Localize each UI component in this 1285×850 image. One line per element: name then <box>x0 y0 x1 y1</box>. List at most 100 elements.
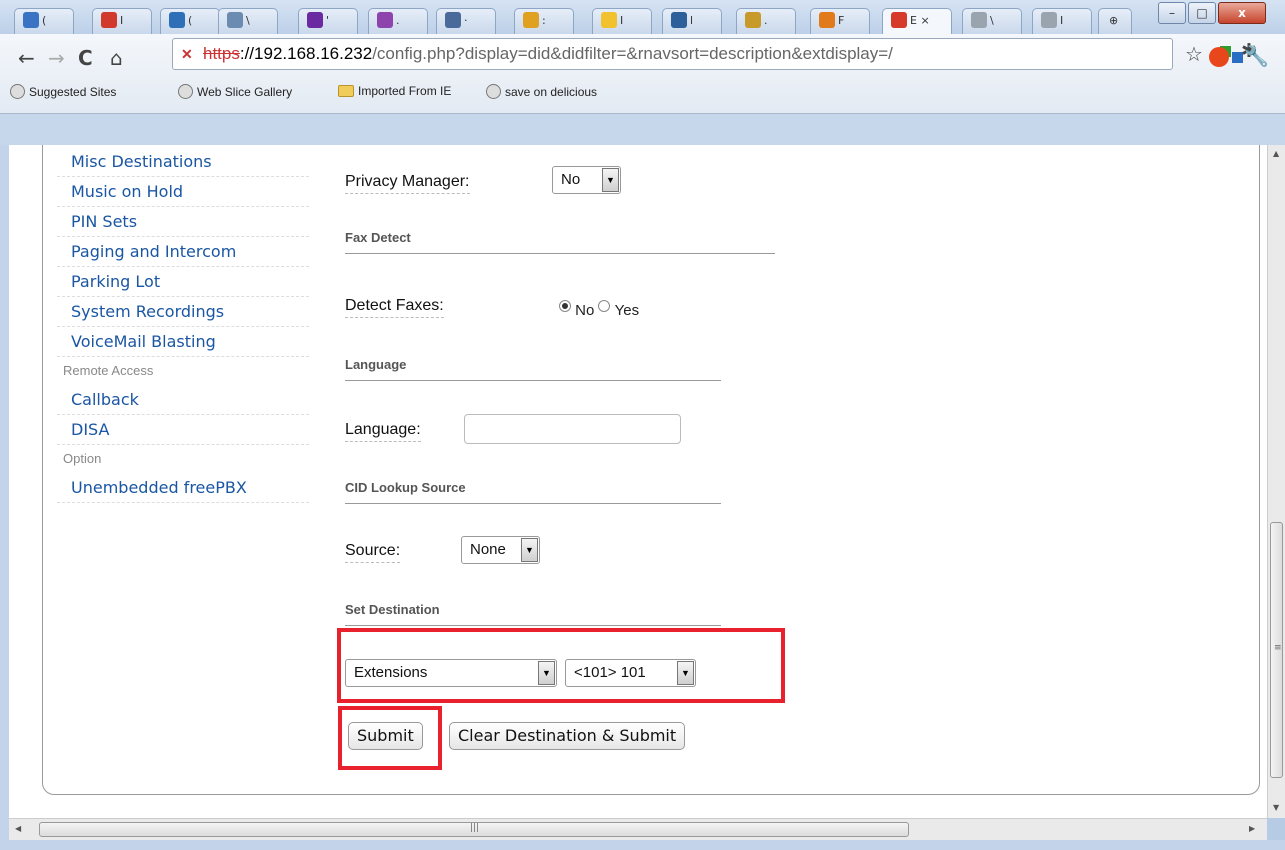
bookmark-star-icon[interactable]: ☆ <box>1185 42 1203 66</box>
sidebar-item-callback[interactable]: Callback <box>57 385 309 415</box>
grip-icon: ≡ <box>1274 643 1282 653</box>
clear-destination-submit-button[interactable]: Clear Destination & Submit <box>449 722 686 750</box>
scroll-up-arrow-icon[interactable]: ▲ <box>1273 149 1279 158</box>
tab-label: \ <box>246 14 250 27</box>
sidebar-item-music-on-hold[interactable]: Music on Hold <box>57 177 309 207</box>
stumbleupon-icon[interactable] <box>1209 47 1229 67</box>
submit-highlight-box <box>338 706 442 770</box>
tab-favicon-icon <box>101 12 117 28</box>
privacy-manager-select[interactable]: No ▼ <box>552 166 621 194</box>
bookmark-item[interactable]: Suggested Sites <box>10 84 116 99</box>
tab-favicon-icon <box>971 12 987 28</box>
dropdown-arrow-icon: ▼ <box>602 168 619 192</box>
horizontal-scrollbar[interactable]: ◀ ||| ▶ <box>9 818 1267 840</box>
insecure-connection-icon: ✕ <box>181 46 193 62</box>
tab-label: ( <box>42 14 47 27</box>
sidebar-item-voicemail-blasting[interactable]: VoiceMail Blasting <box>57 327 309 357</box>
browser-tab[interactable]: ' <box>298 8 358 34</box>
browser-tab[interactable]: I <box>592 8 652 34</box>
browser-tab[interactable]: . <box>368 8 428 34</box>
detect-faxes-yes-radio[interactable] <box>598 300 611 312</box>
tab-label: l <box>690 14 694 27</box>
page-viewport: Misc Destinations Music on Hold PIN Sets Pa… <box>9 145 1267 818</box>
close-window-button[interactable]: x <box>1218 2 1266 24</box>
tab-label: \ <box>990 14 994 27</box>
tab-label: I <box>1060 14 1064 27</box>
grip-icon: ||| <box>470 823 480 833</box>
sidebar-section-header: Remote Access <box>63 363 154 378</box>
new-tab-icon[interactable]: ⊕ <box>1098 8 1132 34</box>
maximize-button[interactable]: □ <box>1188 2 1216 24</box>
address-bar[interactable]: ✕ https://192.168.16.232/config.php?disp… <box>172 38 1173 70</box>
browser-tab[interactable]: : <box>514 8 574 34</box>
cid-source-select[interactable]: None ▼ <box>461 536 540 564</box>
set-destination-section-header: Set Destination <box>345 602 721 626</box>
bookmark-label: Imported From IE <box>358 84 452 98</box>
tab-label: I <box>120 14 124 27</box>
browser-tab[interactable]: \ <box>962 8 1022 34</box>
sidebar-item-disa[interactable]: DISA <box>57 415 309 445</box>
cid-lookup-section-header: CID Lookup Source <box>345 480 721 504</box>
tab-favicon-icon <box>23 12 39 28</box>
window-frame-left <box>0 145 9 850</box>
sidebar-section-header: Option <box>63 451 102 466</box>
tab-favicon-icon <box>891 12 907 28</box>
vertical-scroll-thumb[interactable]: ≡ <box>1270 522 1283 778</box>
minimize-button[interactable]: – <box>1158 2 1186 24</box>
browser-tab[interactable]: ( <box>160 8 220 34</box>
browser-tab[interactable]: I <box>92 8 152 34</box>
browser-tab[interactable]: ( <box>14 8 74 34</box>
globe-icon <box>486 84 501 99</box>
sidebar-item-pin-sets[interactable]: PIN Sets <box>57 207 309 237</box>
language-input[interactable] <box>464 414 681 444</box>
browser-tab[interactable]: · <box>436 8 496 34</box>
tab-label: ( <box>188 14 193 27</box>
detect-faxes-no-radio[interactable] <box>559 300 571 312</box>
tab-favicon-icon <box>1041 12 1057 28</box>
sidebar-item-parking-lot[interactable]: Parking Lot <box>57 267 309 297</box>
home-icon[interactable]: ⌂ <box>110 46 123 70</box>
horizontal-scroll-thumb[interactable]: ||| <box>39 822 909 837</box>
cid-source-value: None <box>470 541 506 558</box>
tab-favicon-icon <box>307 12 323 28</box>
bookmark-item[interactable]: Imported From IE <box>338 84 451 98</box>
tab-label: · <box>464 14 468 27</box>
bookmark-item[interactable]: Web Slice Gallery <box>178 84 292 99</box>
tab-label: . <box>764 14 768 27</box>
forward-icon[interactable]: → <box>48 46 65 70</box>
browser-tab[interactable]: l <box>662 8 722 34</box>
detect-faxes-yes-label: Yes <box>614 302 640 319</box>
settings-wrench-icon[interactable]: 🔧 <box>1244 44 1269 68</box>
tab-label: ' <box>326 14 330 27</box>
fax-detect-section-header: Fax Detect <box>345 230 775 254</box>
tab-favicon-icon <box>169 12 185 28</box>
tab-label: . <box>396 14 400 27</box>
bookmark-item[interactable]: save on delicious <box>486 84 597 99</box>
browser-tab[interactable]: I <box>1032 8 1092 34</box>
scroll-right-arrow-icon[interactable]: ▶ <box>1249 824 1255 833</box>
sidebar-item-unembedded-freepbx[interactable]: Unembedded freePBX <box>57 473 309 503</box>
sidebar-item-paging-and-intercom[interactable]: Paging and Intercom <box>57 237 309 267</box>
browser-tab[interactable]: E × <box>882 8 952 35</box>
tab-favicon-icon <box>601 12 617 28</box>
browser-tab[interactable]: . <box>736 8 796 34</box>
vertical-scrollbar[interactable]: ▲ ≡ ▼ <box>1267 145 1285 818</box>
bookmark-label: Web Slice Gallery <box>197 85 293 99</box>
browser-tab[interactable]: \ <box>218 8 278 34</box>
tab-label: F <box>838 14 845 27</box>
bookmarks-bar: Suggested Sites Web Slice Gallery Imported… <box>0 72 1285 108</box>
scroll-left-arrow-icon[interactable]: ◀ <box>15 824 21 833</box>
reload-icon[interactable]: C <box>78 46 93 70</box>
tab-favicon-icon <box>523 12 539 28</box>
scroll-down-arrow-icon[interactable]: ▼ <box>1273 803 1279 812</box>
source-label: Source: <box>345 542 401 563</box>
browser-tab[interactable]: F <box>810 8 870 34</box>
sidebar-item-misc-destinations[interactable]: Misc Destinations <box>57 147 309 177</box>
detect-faxes-label: Detect Faxes: <box>345 297 444 318</box>
back-icon[interactable]: ← <box>18 46 35 70</box>
sidebar-item-system-recordings[interactable]: System Recordings <box>57 297 309 327</box>
tab-label: I <box>620 14 624 27</box>
globe-icon <box>10 84 25 99</box>
globe-icon <box>178 84 193 99</box>
browser-toolbar: ← → C ⌂ ✕ https://192.168.16.232/config.… <box>0 34 1285 114</box>
